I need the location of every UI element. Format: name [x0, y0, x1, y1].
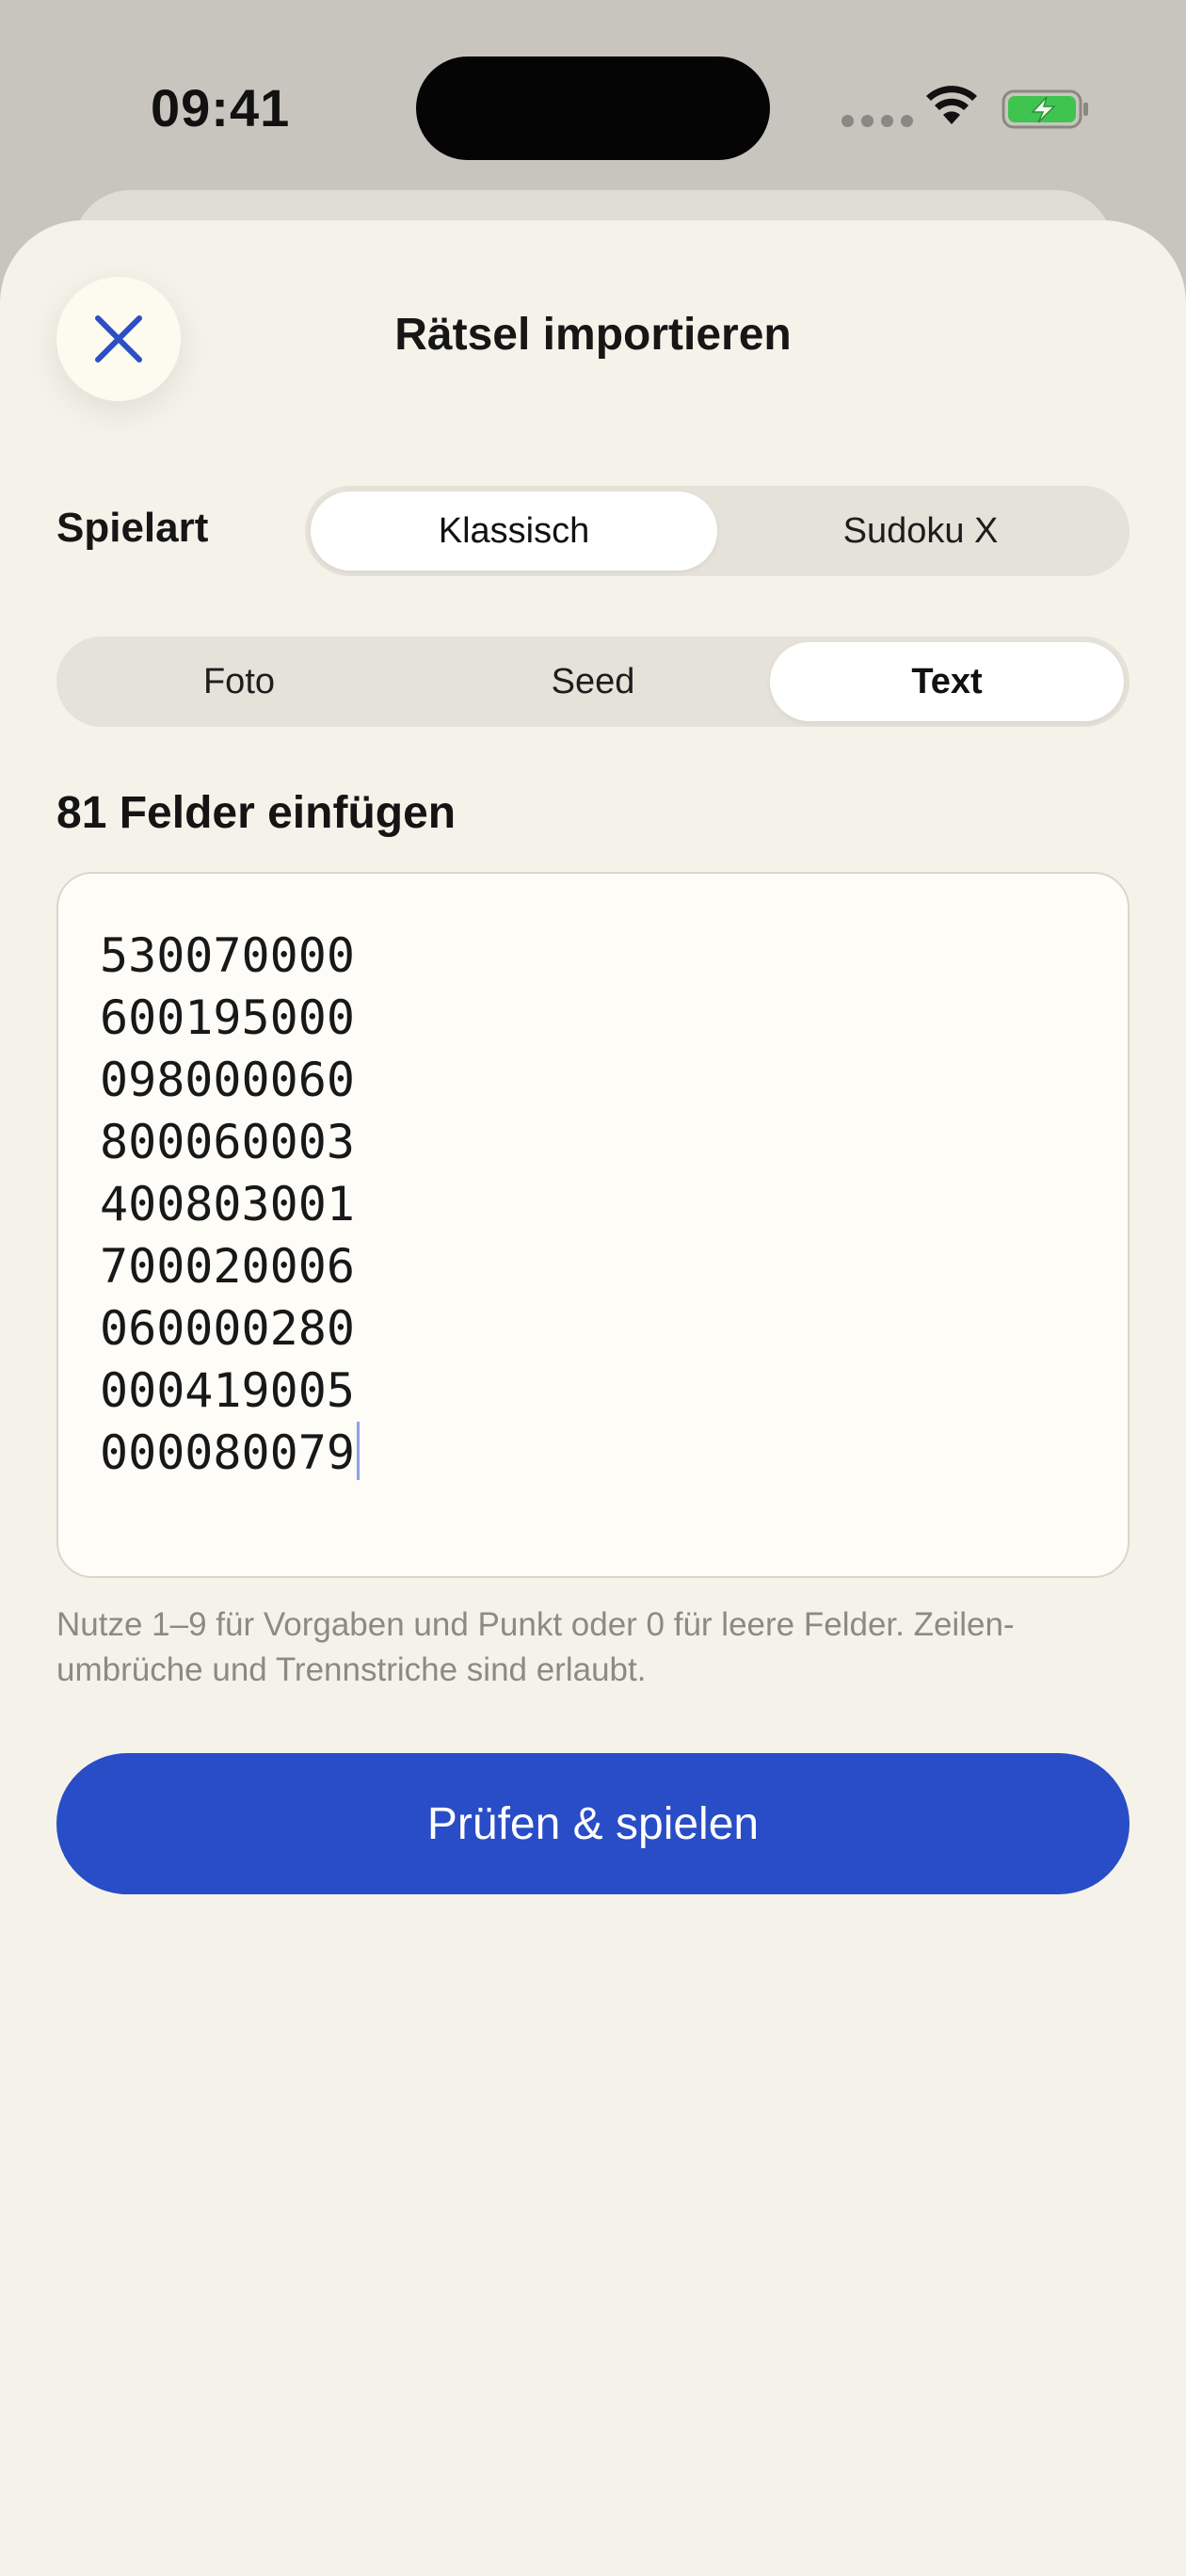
tab-photo[interactable]: Foto [62, 642, 416, 721]
puzzle-row: 098000060 [100, 1053, 355, 1107]
close-button[interactable] [56, 277, 181, 401]
sheet-title: Rätsel importieren [394, 310, 792, 360]
puzzle-row: 700020006 [100, 1239, 355, 1294]
status-bar: 09:41 [0, 0, 1186, 188]
check-and-play-button[interactable]: Prüfen & spielen [56, 1753, 1130, 1894]
input-heading: 81 Felder einfügen [56, 788, 457, 838]
puzzle-row-text: 000080079 [100, 1425, 355, 1480]
puzzle-row: 530070000 [100, 928, 355, 983]
puzzle-row: 060000280 [100, 1301, 355, 1356]
puzzle-row: 400803001 [100, 1177, 355, 1232]
puzzle-row-last: 000080079 [100, 1422, 1086, 1484]
status-time: 09:41 [151, 78, 291, 137]
dynamic-island [416, 56, 770, 160]
tab-seed[interactable]: Seed [416, 642, 770, 721]
source-segmented-control: Foto Seed Text [56, 636, 1130, 727]
puzzle-text-input[interactable]: 530070000 600195000 098000060 800060003 … [56, 872, 1130, 1578]
battery-charging-icon [1002, 89, 1088, 129]
game-mode-label: Spielart [56, 505, 209, 551]
close-icon [95, 315, 142, 362]
text-caret [356, 1422, 360, 1480]
wifi-icon [926, 86, 977, 124]
signal-dots-icon [841, 115, 913, 127]
puzzle-row: 600195000 [100, 990, 355, 1045]
tab-text[interactable]: Text [770, 642, 1124, 721]
game-mode-segmented-control: Klassisch Sudoku X [305, 486, 1130, 576]
input-hint: Nutze 1–9 für Vorgaben und Punkt oder 0 … [56, 1606, 1015, 1688]
game-mode-classic[interactable]: Klassisch [311, 491, 717, 571]
game-mode-sudoku-x[interactable]: Sudoku X [717, 491, 1124, 571]
puzzle-row: 800060003 [100, 1115, 355, 1169]
puzzle-row: 000419005 [100, 1363, 355, 1418]
